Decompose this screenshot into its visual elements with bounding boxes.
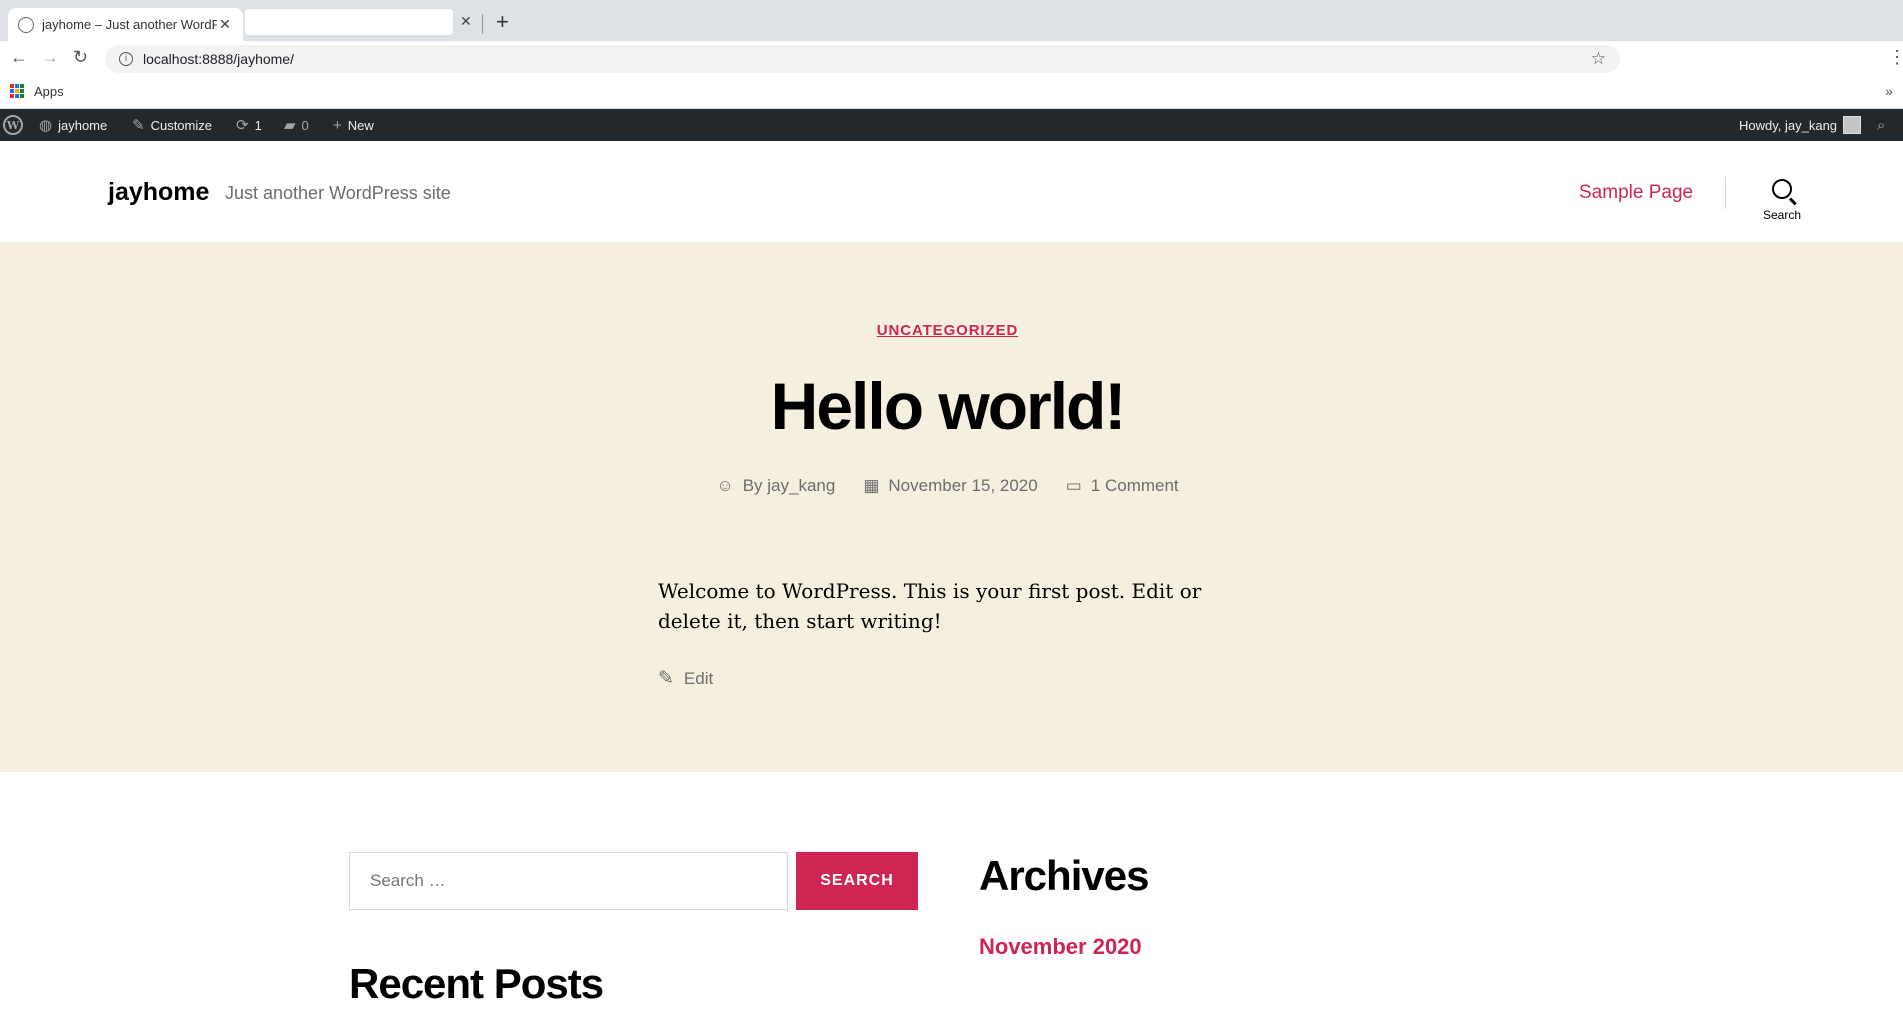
wordpress-logo-icon: W — [3, 115, 23, 135]
updates-icon: ⟳ — [236, 117, 249, 134]
widget-search-form: SEARCH — [349, 852, 918, 910]
browser-menu-icon[interactable]: ⋮ — [1888, 47, 1903, 68]
person-icon: ☺ — [716, 476, 734, 495]
post-author-label: By jay_kang — [742, 476, 836, 495]
edit-icon: ✎ — [658, 668, 674, 689]
site-header: jayhome Just another WordPress site Samp… — [0, 141, 1903, 242]
bookmarks-bar: Apps » — [0, 76, 1903, 109]
post-hero: UNCATEGORIZED Hello world! ☺ By jay_kang… — [0, 242, 1903, 772]
url-text: localhost:8888/jayhome/ — [143, 51, 294, 67]
admin-comments[interactable]: ▰ 0 — [284, 109, 309, 141]
comment-icon: ▭ — [1065, 476, 1082, 495]
browser-tab-active[interactable]: jayhome – Just another WordPress site ✕ — [8, 8, 243, 41]
admin-howdy: Howdy, jay_kang — [1739, 117, 1838, 133]
post-category: UNCATEGORIZED — [0, 322, 1895, 340]
admin-new-label: New — [347, 117, 374, 133]
paintbrush-icon: ✎ — [132, 117, 145, 134]
post-date-label: November 15, 2020 — [888, 476, 1038, 495]
search-icon — [1772, 179, 1792, 199]
dashboard-icon: ◍ — [39, 117, 53, 134]
admin-site-name-label: jayhome — [58, 117, 108, 133]
post-date[interactable]: ▦ November 15, 2020 — [863, 476, 1037, 496]
apps-grid-icon[interactable] — [10, 84, 24, 98]
site-title[interactable]: jayhome — [108, 178, 209, 207]
post-title: Hello world! — [770, 369, 1127, 443]
avatar — [1843, 116, 1862, 134]
site-description: Just another WordPress site — [225, 183, 451, 203]
admin-customize-label: Customize — [150, 117, 212, 133]
back-icon[interactable]: ← — [10, 47, 28, 68]
wp-logo-menu[interactable]: W — [3, 109, 23, 141]
tab-title: jayhome – Just another WordPress site — [42, 17, 217, 32]
tab-separator — [482, 14, 483, 34]
recent-posts-heading: Recent Posts — [349, 960, 604, 1007]
tab-close-icon[interactable]: ✕ — [460, 13, 472, 30]
calendar-icon: ▦ — [863, 476, 880, 495]
site-info-icon[interactable]: i — [119, 52, 133, 66]
category-link[interactable]: UNCATEGORIZED — [877, 322, 1018, 339]
tab-close-icon[interactable]: ✕ — [217, 16, 233, 33]
archive-month-link[interactable]: November 2020 — [979, 934, 1142, 960]
post-excerpt: Welcome to WordPress. This is your first… — [658, 579, 1202, 633]
browser-tab-strip: jayhome – Just another WordPress site ✕ … — [0, 0, 1903, 41]
archives-heading: Archives — [979, 852, 1149, 899]
bookmark-star-icon[interactable]: ☆ — [1591, 49, 1606, 69]
header-divider — [1725, 177, 1726, 209]
admin-search[interactable]: ⌕ — [1877, 109, 1885, 141]
post-comments[interactable]: ▭ 1 Comment — [1066, 476, 1179, 496]
post-comments-label: 1 Comment — [1090, 476, 1179, 495]
admin-customize[interactable]: ✎ Customize — [132, 109, 212, 141]
search-icon: ⌕ — [1877, 116, 1886, 134]
bookmarks-overflow-icon[interactable]: » — [1885, 83, 1893, 99]
new-tab-icon[interactable]: + — [496, 9, 509, 35]
admin-updates-count: 1 — [254, 117, 262, 133]
browser-tab-inactive[interactable] — [245, 9, 453, 35]
post-author[interactable]: ☺ By jay_kang — [716, 476, 835, 496]
address-bar[interactable]: i localhost:8888/jayhome/ ☆ — [105, 45, 1620, 73]
apps-bookmark[interactable]: Apps — [34, 84, 64, 99]
plus-icon: + — [333, 116, 342, 134]
edit-link[interactable]: ✎ Edit — [658, 667, 713, 690]
browser-toolbar: ← → ↻ i localhost:8888/jayhome/ ☆ ⋮ — [0, 41, 1903, 76]
admin-account[interactable]: Howdy, jay_kang — [1739, 109, 1862, 141]
nav-sample-page[interactable]: Sample Page — [1579, 182, 1693, 204]
admin-new[interactable]: + New — [333, 109, 374, 141]
reload-icon[interactable]: ↻ — [73, 47, 88, 68]
admin-site-name[interactable]: ◍ jayhome — [39, 109, 107, 141]
admin-comments-count: 0 — [301, 117, 309, 133]
wp-admin-bar: W ◍ jayhome ✎ Customize ⟳ 1 ▰ 0 + New Ho… — [0, 109, 1903, 141]
search-submit-button[interactable]: SEARCH — [796, 852, 918, 910]
wordpress-favicon-icon — [18, 16, 34, 33]
search-toggle-label: Search — [1762, 208, 1802, 222]
search-input[interactable] — [349, 852, 788, 910]
post-meta: ☺ By jay_kang ▦ November 15, 2020 ▭ 1 Co… — [0, 476, 1895, 496]
forward-icon[interactable]: → — [41, 47, 59, 68]
edit-label: Edit — [683, 668, 714, 688]
comment-bubble-icon: ▰ — [284, 117, 296, 134]
admin-updates[interactable]: ⟳ 1 — [236, 109, 262, 141]
search-toggle-button[interactable]: Search — [1752, 179, 1812, 222]
